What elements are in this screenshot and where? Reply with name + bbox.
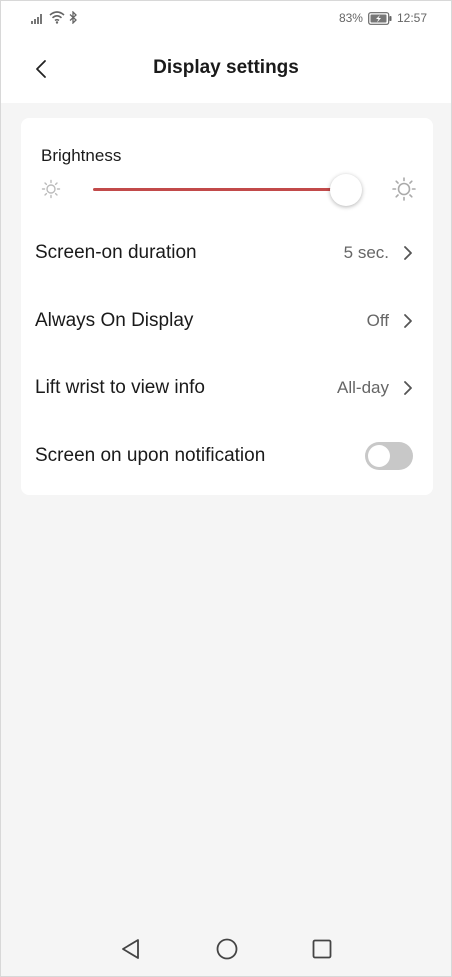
brightness-slider-fill bbox=[93, 188, 346, 191]
square-recents-icon[interactable] bbox=[309, 936, 335, 962]
status-bar: 83% 12:57 bbox=[1, 1, 451, 35]
header: Display settings bbox=[1, 35, 451, 103]
brightness-label: Brightness bbox=[41, 146, 122, 165]
row-label: Screen on upon notification bbox=[35, 445, 266, 466]
battery-icon bbox=[368, 11, 392, 25]
sun-small-icon bbox=[41, 179, 61, 199]
settings-card: Brightness Screen-on duration 5 sec. Alw… bbox=[21, 118, 433, 495]
row-value: Off bbox=[366, 311, 389, 330]
brightness-slider-thumb[interactable] bbox=[329, 174, 362, 206]
sun-large-icon bbox=[392, 177, 416, 201]
screen-on-duration-row[interactable]: Screen-on duration 5 sec. bbox=[21, 223, 433, 283]
chevron-right-icon bbox=[404, 246, 412, 260]
row-value: 5 sec. bbox=[343, 243, 389, 262]
page-title: Display settings bbox=[153, 57, 299, 78]
screen: 83% 12:57 Display settings Brightness Sc… bbox=[0, 0, 452, 977]
toggle-knob bbox=[368, 445, 390, 467]
status-left bbox=[31, 11, 78, 24]
always-on-display-row[interactable]: Always On Display Off bbox=[21, 291, 433, 351]
row-label: Lift wrist to view info bbox=[35, 377, 205, 398]
status-right: 83% 12:57 bbox=[339, 11, 427, 25]
circle-home-icon[interactable] bbox=[214, 936, 240, 962]
wifi-icon bbox=[49, 11, 65, 24]
notification-toggle[interactable] bbox=[365, 442, 413, 470]
chevron-right-icon bbox=[404, 314, 412, 328]
chevron-right-icon bbox=[404, 381, 412, 395]
bluetooth-icon bbox=[69, 11, 77, 24]
lift-wrist-row[interactable]: Lift wrist to view info All-day bbox=[21, 358, 433, 418]
row-label: Screen-on duration bbox=[35, 242, 197, 263]
screen-on-notification-row: Screen on upon notification bbox=[21, 426, 433, 486]
navigation-bar bbox=[1, 924, 451, 976]
clock: 12:57 bbox=[396, 11, 427, 25]
battery-percent: 83% bbox=[338, 11, 363, 25]
row-value: All-day bbox=[337, 378, 389, 397]
brightness-slider[interactable] bbox=[93, 174, 377, 206]
row-label: Always On Display bbox=[35, 310, 194, 331]
signal-icon bbox=[31, 13, 42, 24]
triangle-back-icon[interactable] bbox=[118, 936, 144, 962]
